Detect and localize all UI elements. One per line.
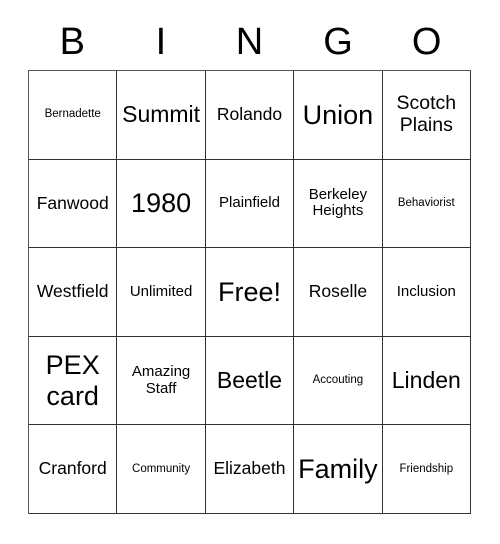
bingo-cell-label: Family [298, 454, 378, 485]
bingo-cell-label: Unlimited [129, 282, 193, 300]
bingo-cell-label: Amazing Staff [131, 362, 191, 397]
bingo-cell-label: Cranford [38, 458, 107, 479]
bingo-cell-b3[interactable]: Westfield [29, 248, 118, 337]
bingo-cell-label: Westfield [36, 281, 109, 302]
bingo-cell-label: Roselle [308, 281, 368, 302]
bingo-cell-label: Accouting [312, 374, 364, 387]
bingo-cell-n1[interactable]: Rolando [205, 71, 295, 160]
bingo-cell-label: Linden [391, 366, 461, 393]
bingo-header-row: B I N G O [28, 14, 471, 70]
bingo-cell-b1[interactable]: Bernadette [29, 71, 118, 160]
bingo-cell-label: Community [132, 462, 191, 475]
header-letter-i: I [155, 21, 167, 63]
bingo-cell-label: Free! [217, 276, 281, 307]
bingo-cell-label: Plainfield [219, 193, 280, 211]
bingo-cell-i5[interactable]: Community [117, 425, 206, 514]
header-letter-n: N [235, 21, 264, 63]
bingo-grid: Bernadette Summit Rolando Union Scotch P… [28, 70, 471, 514]
bingo-cell-g5[interactable]: Family [294, 425, 383, 514]
bingo-cell-label: Rolando [216, 104, 283, 124]
bingo-cell-free-space[interactable]: Free! [205, 248, 295, 337]
bingo-cell-label: 1980 [131, 188, 192, 219]
header-letter-b: B [59, 21, 85, 63]
bingo-cell-label: Summit [122, 100, 201, 127]
bingo-cell-label: PEX card [45, 350, 100, 411]
header-letter-g: G [323, 21, 353, 63]
bingo-cell-label: Berkeley Heights [308, 185, 368, 220]
bingo-cell-g1[interactable]: Union [294, 71, 383, 160]
bingo-cell-label: Beetle [216, 366, 283, 393]
bingo-cell-label: Friendship [399, 462, 454, 475]
bingo-cell-g3[interactable]: Roselle [294, 248, 383, 337]
bingo-cell-o3[interactable]: Inclusion [382, 248, 471, 337]
bingo-cell-i4[interactable]: Amazing Staff [117, 336, 206, 426]
bingo-cell-i1[interactable]: Summit [117, 71, 206, 160]
bingo-cell-label: Behaviorist [397, 196, 455, 209]
bingo-cell-o5[interactable]: Friendship [382, 425, 471, 514]
bingo-cell-label: Bernadette [44, 108, 101, 121]
bingo-card: B I N G O Bernadette Summit Rolando Unio… [0, 0, 500, 544]
bingo-cell-b5[interactable]: Cranford [29, 425, 118, 514]
bingo-cell-label: Fanwood [36, 192, 109, 213]
bingo-cell-i2[interactable]: 1980 [117, 159, 206, 249]
bingo-cell-o2[interactable]: Behaviorist [382, 159, 471, 249]
bingo-cell-g2[interactable]: Berkeley Heights [294, 159, 383, 249]
bingo-cell-g4[interactable]: Accouting [294, 336, 383, 426]
bingo-cell-n2[interactable]: Plainfield [205, 159, 295, 249]
bingo-cell-o4[interactable]: Linden [382, 336, 471, 426]
header-letter-o: O [411, 21, 442, 63]
bingo-cell-b4[interactable]: PEX card [29, 336, 118, 426]
bingo-cell-o1[interactable]: Scotch Plains [382, 71, 471, 160]
bingo-cell-label: Scotch Plains [396, 91, 457, 136]
bingo-cell-n4[interactable]: Beetle [205, 336, 295, 426]
bingo-cell-n5[interactable]: Elizabeth [205, 425, 295, 514]
bingo-cell-i3[interactable]: Unlimited [117, 248, 206, 337]
bingo-cell-label: Elizabeth [213, 458, 286, 479]
bingo-cell-b2[interactable]: Fanwood [29, 159, 118, 249]
bingo-cell-label: Union [302, 99, 374, 130]
bingo-cell-label: Inclusion [396, 282, 456, 300]
